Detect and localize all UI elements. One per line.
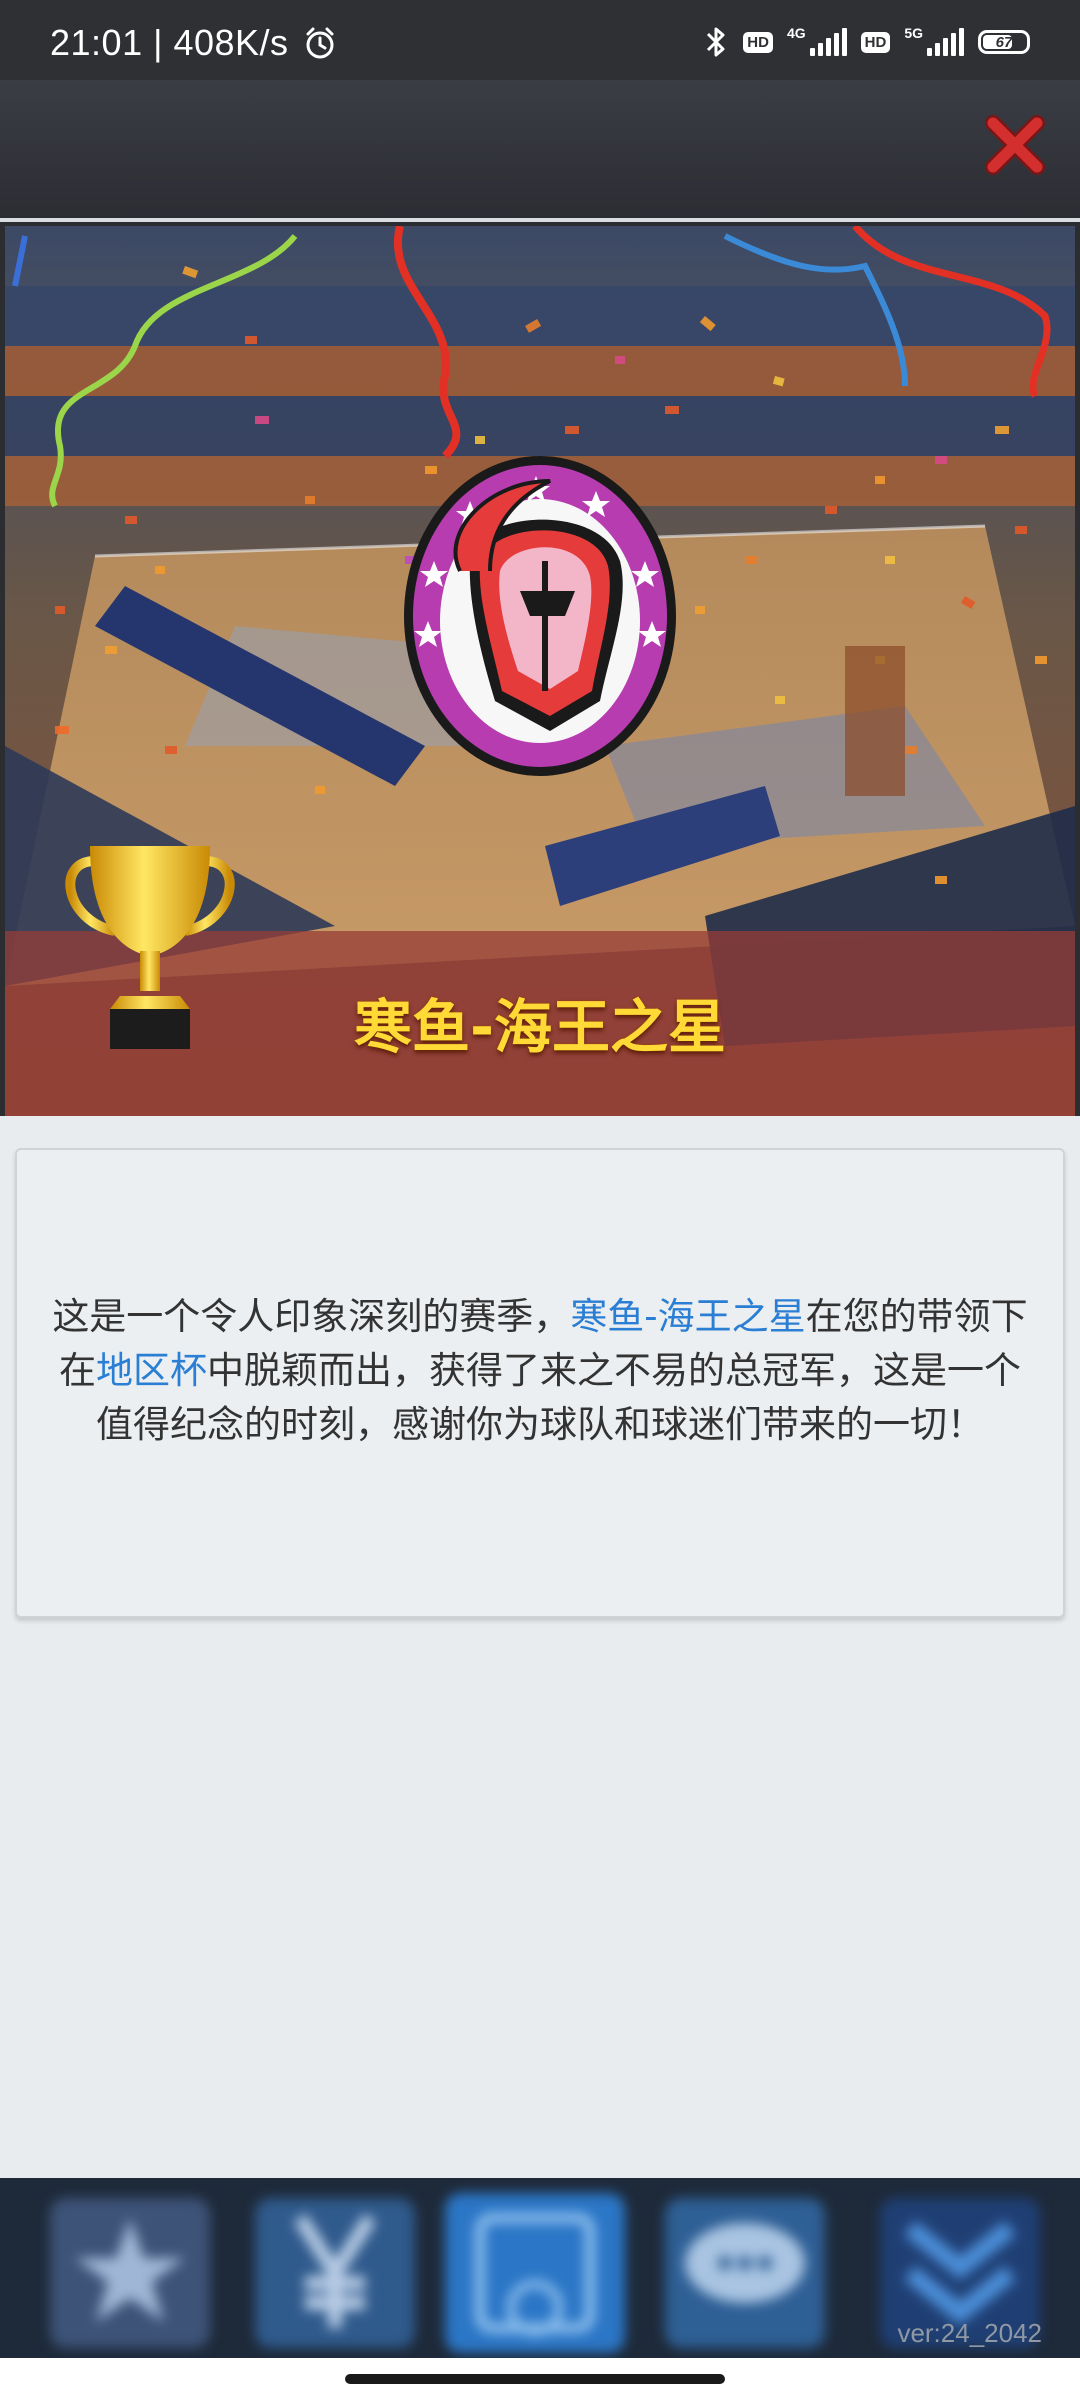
network-5g-label: 5G: [904, 25, 923, 41]
message-cup-name: 地区杯: [96, 1349, 207, 1392]
signal-icon: [809, 28, 847, 56]
alarm-icon: [306, 27, 334, 59]
message-team-name: 寒鱼-海王之星: [570, 1295, 806, 1338]
status-icons: HD 4G HD 5G 67: [703, 22, 1030, 62]
dialog-header: [0, 80, 1080, 222]
battery-icon: 67: [978, 30, 1030, 54]
hd-badge-2: HD: [860, 31, 891, 53]
message-part-3: 中脱颖而出，获得了来之不易的总冠军，这是一个值得纪念的时刻，感谢你为球队和球迷们…: [96, 1349, 1021, 1446]
bluetooth-icon: [707, 27, 725, 57]
battery-level: 67: [995, 33, 1013, 51]
network-4g-label: 4G: [786, 25, 806, 41]
home-gesture-bar[interactable]: [345, 2374, 725, 2384]
gesture-area: [0, 2358, 1080, 2400]
status-time-text: 21:01 | 408K/s: [50, 22, 289, 63]
status-bar: 21:01 | 408K/s HD 4G HD 5G 67: [0, 0, 1080, 80]
dialog-content: 这是一个令人印象深刻的赛季，寒鱼-海王之星在您的带领下在地区杯中脱颖而出，获得了…: [0, 1116, 1080, 2178]
team-name-title: 寒鱼-海王之星: [353, 993, 727, 1061]
version-label: ver:24_2042: [897, 2318, 1042, 2348]
status-time: 21:01 | 408K/s: [50, 22, 337, 64]
close-icon: [985, 115, 1045, 175]
championship-message: 这是一个令人印象深刻的赛季，寒鱼-海王之星在您的带领下在地区杯中脱颖而出，获得了…: [47, 1290, 1033, 1452]
signal-icon-2: [927, 28, 964, 56]
bottom-nav: ver:24_2042: [0, 2178, 1080, 2358]
nav-item-court[interactable]: [440, 2188, 625, 2358]
message-card: 这是一个令人印象深刻的赛季，寒鱼-海王之星在您的带领下在地区杯中脱颖而出，获得了…: [15, 1148, 1065, 1618]
close-button[interactable]: [980, 110, 1050, 180]
nav-item-finance[interactable]: [245, 2188, 425, 2358]
message-part-1: 这是一个令人印象深刻的赛季，: [52, 1295, 571, 1338]
hd-badge-1: HD: [743, 31, 773, 53]
team-logo: [404, 456, 676, 776]
nav-item-chat[interactable]: [655, 2188, 835, 2358]
nav-item-star[interactable]: [40, 2188, 220, 2358]
